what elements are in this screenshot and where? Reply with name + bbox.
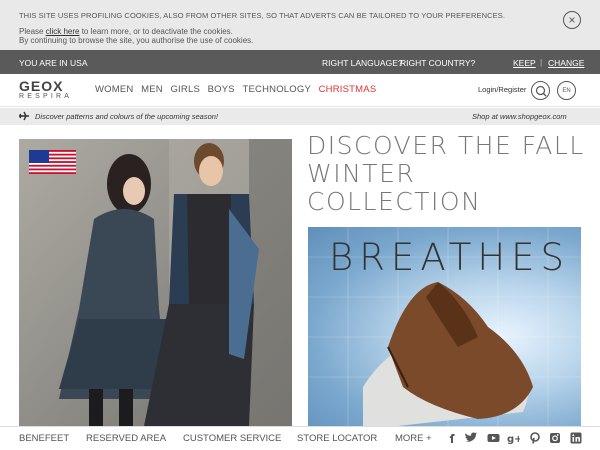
- close-icon[interactable]: ×: [563, 11, 581, 29]
- footer-link-more[interactable]: MORE +: [395, 433, 432, 444]
- linkedin-icon[interactable]: [570, 432, 582, 444]
- separator: |: [540, 57, 543, 67]
- cookie-click-here-link[interactable]: click here: [46, 27, 80, 36]
- headline-line-1: DISCOVER THE FALL: [307, 131, 585, 160]
- geox-logo[interactable]: GEOX RESPIRA: [19, 78, 73, 100]
- svg-text:g+: g+: [507, 434, 520, 444]
- cookie-banner: THIS SITE USES PROFILING COOKIES, ALSO F…: [0, 0, 600, 50]
- cookie-info-line: Please click here to learn more, or to d…: [19, 27, 233, 36]
- language-button[interactable]: EN: [557, 81, 576, 100]
- nav-item-boys[interactable]: BOYS: [208, 84, 235, 95]
- hero-headline: DISCOVER THE FALL WINTER COLLECTION: [307, 132, 592, 216]
- google-plus-icon[interactable]: g+: [507, 432, 520, 444]
- usa-flag-icon: [29, 150, 76, 174]
- product-tagline: BREATHES: [329, 236, 571, 279]
- footer-bar: BENEFEET RESERVED AREA CUSTOMER SERVICE …: [0, 426, 600, 450]
- facebook-icon[interactable]: [446, 432, 458, 444]
- airplane-icon: [18, 110, 30, 124]
- logo-subtitle: RESPIRA: [19, 93, 73, 100]
- footer-link-reserved-area[interactable]: RESERVED AREA: [86, 433, 166, 444]
- hero-image[interactable]: [19, 139, 292, 426]
- footer-link-customer-service[interactable]: CUSTOMER SERVICE: [183, 433, 281, 444]
- cookie-title: THIS SITE USES PROFILING COOKIES, ALSO F…: [19, 11, 506, 20]
- right-country-question: RIGHT COUNTRY?: [400, 58, 476, 68]
- keep-link[interactable]: KEEP: [513, 58, 536, 68]
- nav-item-girls[interactable]: GIRLS: [170, 84, 200, 95]
- headline-line-2: WINTER: [307, 159, 416, 188]
- shop-link[interactable]: Shop at www.shopgeox.com: [472, 112, 567, 121]
- change-link[interactable]: CHANGE: [548, 58, 584, 68]
- promo-strip: Discover patterns and colours of the upc…: [0, 108, 600, 125]
- footer-link-store-locator[interactable]: STORE LOCATOR: [297, 433, 377, 444]
- login-register-link[interactable]: Login/Register: [478, 85, 526, 94]
- logo-wordmark: GEOX: [19, 78, 64, 94]
- current-country: YOU ARE IN USA: [19, 58, 88, 68]
- cookie-info-prefix: Please: [19, 27, 46, 36]
- youtube-icon[interactable]: [487, 432, 500, 444]
- main-header: GEOX RESPIRA WOMEN MEN GIRLS BOYS TECHNO…: [0, 74, 600, 107]
- search-icon[interactable]: [531, 81, 550, 100]
- right-language-question: RIGHT LANGUAGE?: [322, 58, 403, 68]
- instagram-icon[interactable]: [549, 432, 561, 444]
- twitter-icon[interactable]: [464, 432, 478, 444]
- cookie-consent-line: By continuing to browse the site, you au…: [19, 36, 254, 45]
- pinterest-icon[interactable]: [529, 432, 541, 444]
- nav-item-men[interactable]: MEN: [141, 84, 163, 95]
- footer-link-benefeet[interactable]: BENEFEET: [19, 433, 69, 444]
- promo-text[interactable]: Discover patterns and colours of the upc…: [35, 112, 218, 121]
- country-bar: YOU ARE IN USA RIGHT LANGUAGE? RIGHT COU…: [0, 50, 600, 74]
- nav-item-technology[interactable]: TECHNOLOGY: [242, 84, 311, 95]
- cookie-info-suffix: to learn more, or to deactivate the cook…: [79, 27, 233, 36]
- headline-line-3: COLLECTION: [307, 187, 482, 216]
- main-nav: WOMEN MEN GIRLS BOYS TECHNOLOGY CHRISTMA…: [95, 84, 381, 95]
- nav-item-women[interactable]: WOMEN: [95, 84, 133, 95]
- nav-item-christmas[interactable]: CHRISTMAS: [319, 84, 377, 95]
